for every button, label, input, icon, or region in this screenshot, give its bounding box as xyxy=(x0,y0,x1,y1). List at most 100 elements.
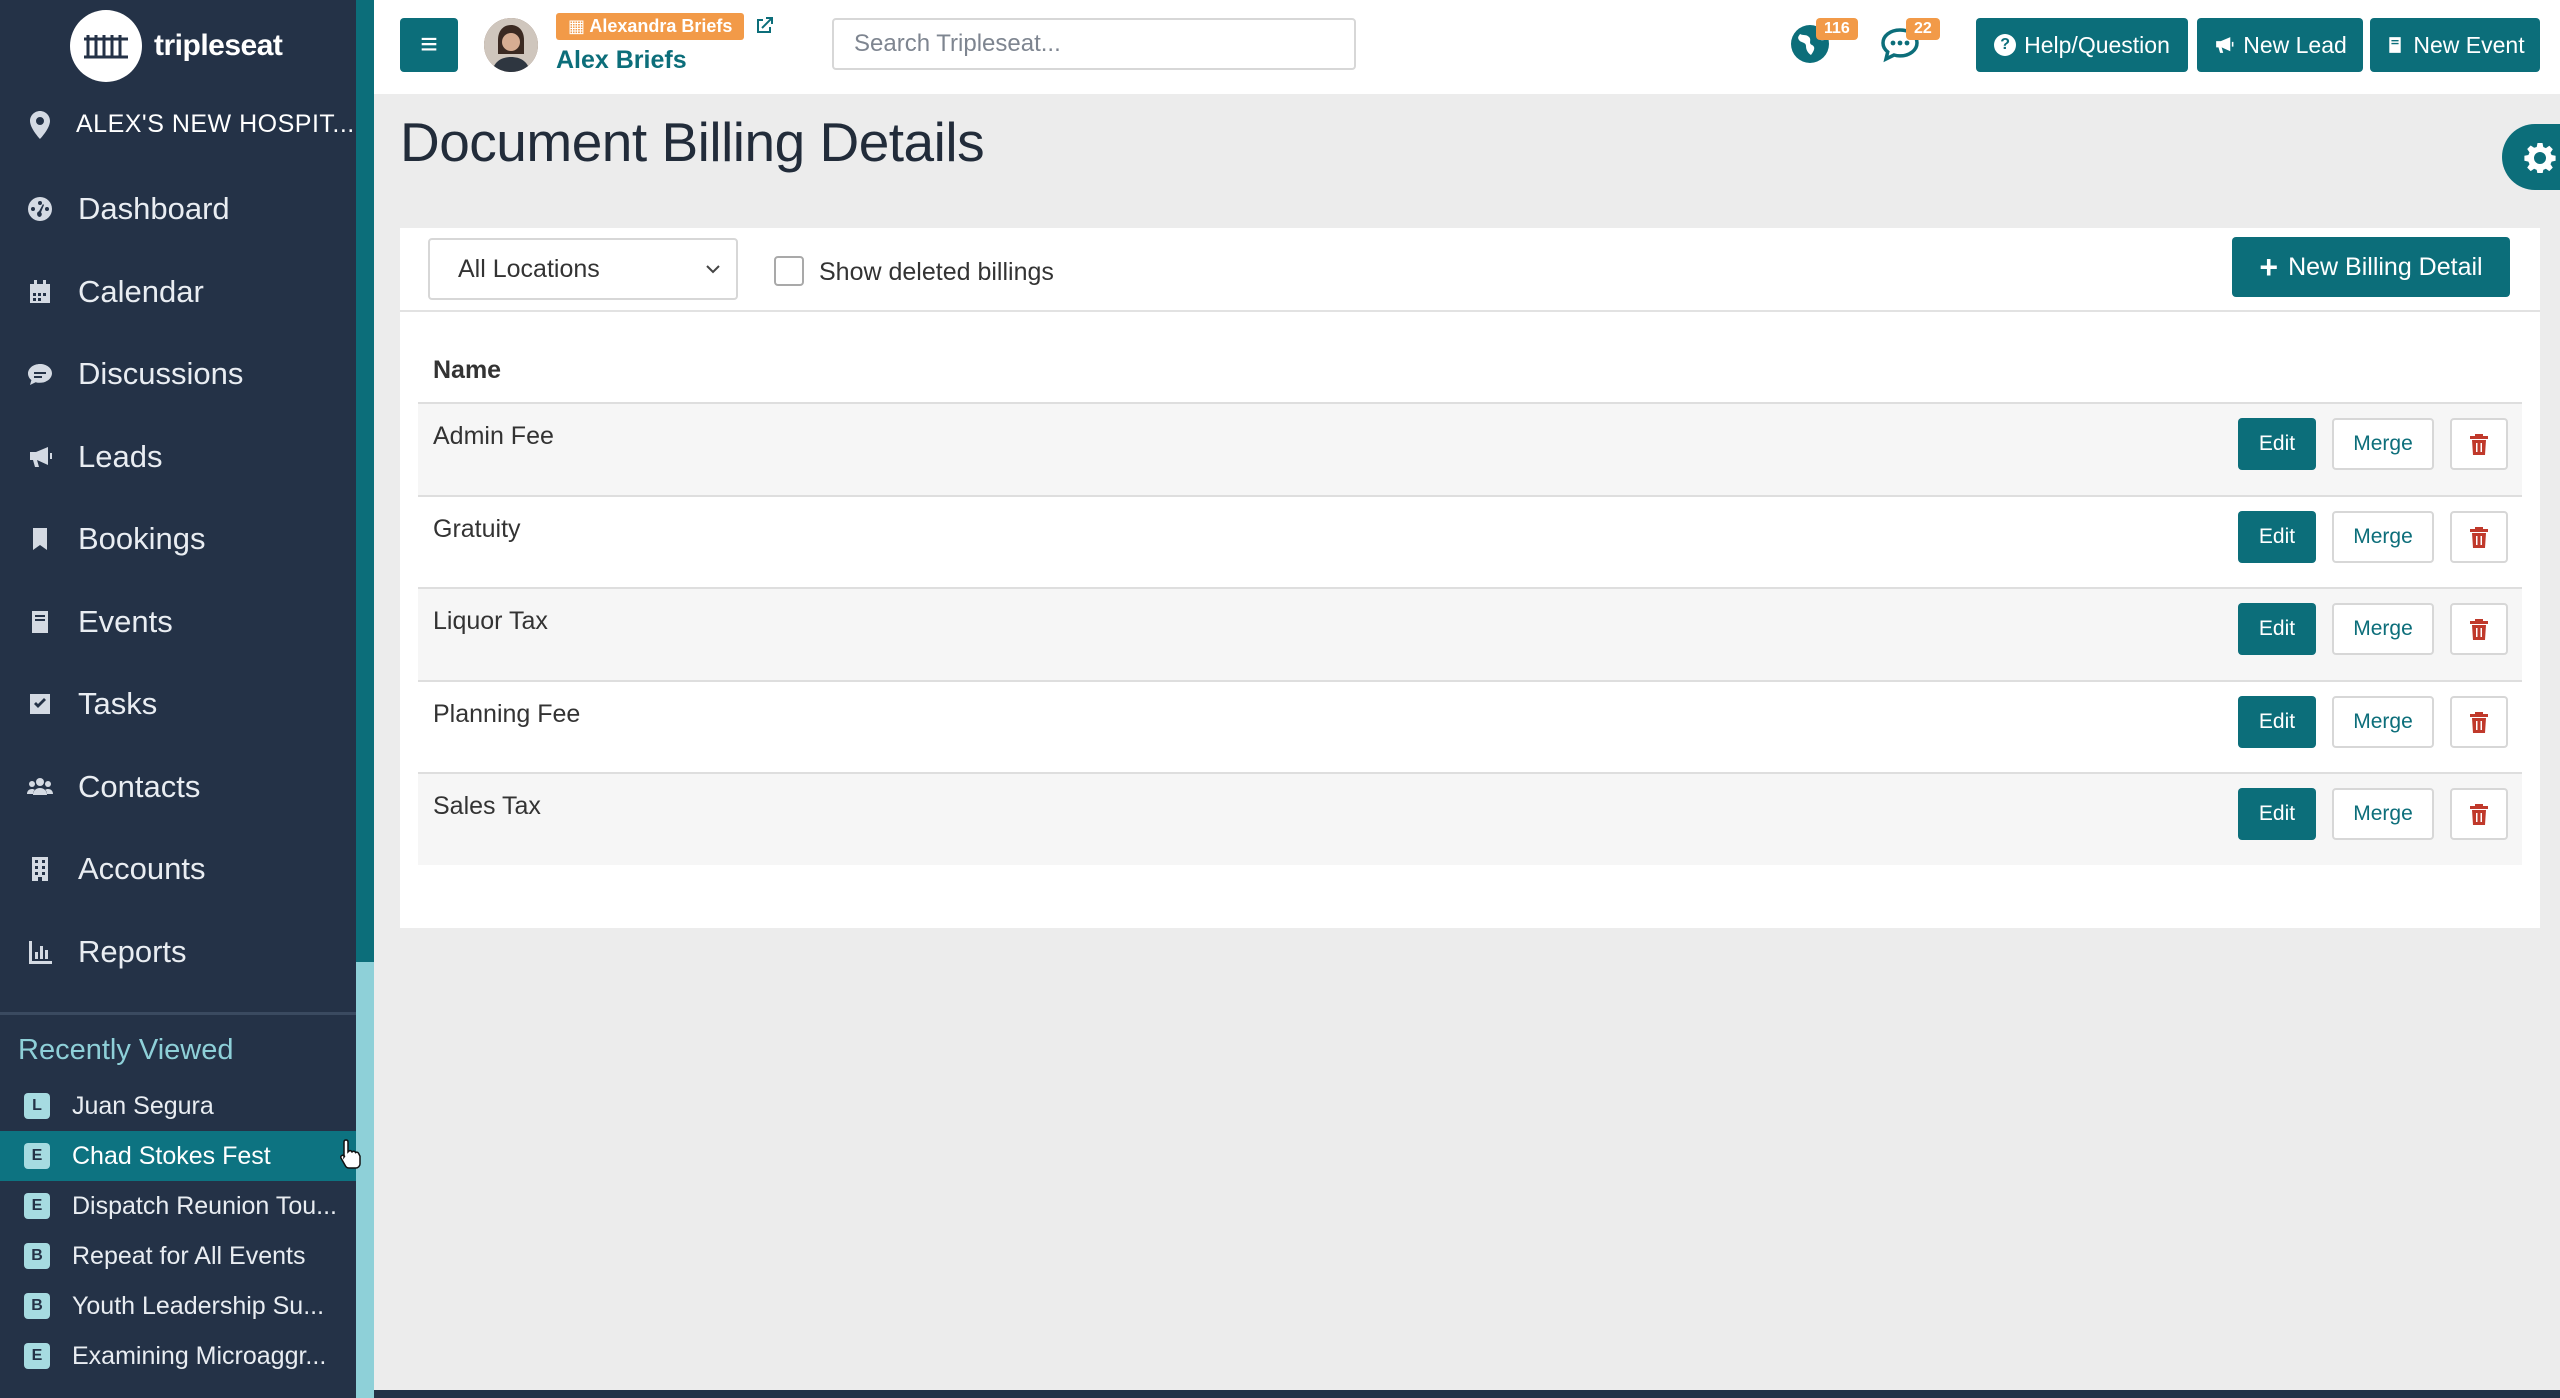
help-question-label: Help/Question xyxy=(2024,31,2170,58)
edit-button[interactable]: Edit xyxy=(2238,510,2316,563)
recent-item-label: Chad Stokes Fest xyxy=(72,1141,271,1170)
delete-button[interactable] xyxy=(2450,418,2508,470)
nav-label: Dashboard xyxy=(78,191,230,227)
delete-button[interactable] xyxy=(2450,788,2508,841)
globe-notifications[interactable]: 116 xyxy=(1788,18,1858,70)
chevron-down-icon xyxy=(706,265,720,274)
delete-button[interactable] xyxy=(2450,510,2508,563)
edit-button[interactable]: Edit xyxy=(2238,788,2316,841)
help-question-button[interactable]: ? Help/Question xyxy=(1976,18,2188,72)
edit-button[interactable]: Edit xyxy=(2238,695,2316,748)
billing-name: Sales Tax xyxy=(433,792,541,821)
recent-item-label: Juan Segura xyxy=(72,1091,214,1120)
show-deleted-label: Show deleted billings xyxy=(819,258,1054,286)
nav-label: Contacts xyxy=(78,768,201,804)
new-event-button[interactable]: New Event xyxy=(2370,18,2540,72)
recent-item[interactable]: B Youth Leadership Su... xyxy=(0,1281,356,1331)
page-title: Document Billing Details xyxy=(400,111,985,173)
nav-label: Calendar xyxy=(78,273,204,309)
sidebar: tripleseat ALEX'S NEW HOSPIT... Dashboar… xyxy=(0,0,356,1398)
nav-label: Events xyxy=(78,603,173,639)
new-billing-detail-button[interactable]: + New Billing Detail xyxy=(2232,237,2510,297)
settings-tab[interactable] xyxy=(2502,124,2560,190)
billing-name: Planning Fee xyxy=(433,699,581,728)
recent-item-label: Youth Leadership Su... xyxy=(72,1291,325,1320)
recent-item[interactable]: L Juan Segura xyxy=(0,1081,356,1131)
table-row: Sales Tax Edit Merge xyxy=(418,772,2522,865)
nav-label: Leads xyxy=(78,438,163,474)
new-lead-button[interactable]: New Lead xyxy=(2197,18,2363,72)
table-row: Gratuity Edit Merge xyxy=(418,494,2522,588)
external-link-icon[interactable] xyxy=(752,14,776,38)
nav-label: Accounts xyxy=(78,851,206,887)
nav-discussions[interactable]: Discussions xyxy=(0,333,356,416)
show-deleted-checkbox[interactable] xyxy=(774,256,804,286)
nav-tasks[interactable]: Tasks xyxy=(0,663,356,746)
trash-icon xyxy=(2470,711,2488,733)
menu-toggle-button[interactable]: ≡ xyxy=(400,18,458,72)
recent-item-label: Examining Microaggr... xyxy=(72,1341,327,1370)
discussions-icon xyxy=(28,364,52,386)
map-pin-icon xyxy=(30,110,50,139)
chat-count-badge: 22 xyxy=(1906,18,1940,40)
billing-details-panel: All Locations Show deleted billings + Ne… xyxy=(400,228,2540,928)
chat-notifications[interactable]: 22 xyxy=(1878,18,1940,70)
user-name[interactable]: Alex Briefs xyxy=(556,46,687,75)
nav-accounts[interactable]: Accounts xyxy=(0,828,356,911)
nav-calendar[interactable]: Calendar xyxy=(0,251,356,334)
nav-reports[interactable]: Reports xyxy=(0,911,356,994)
scrollbar-thumb[interactable] xyxy=(356,962,374,1398)
merge-button[interactable]: Merge xyxy=(2332,603,2434,656)
recently-viewed-list: L Juan Segura E Chad Stokes Fest E Dispa… xyxy=(0,1081,356,1381)
trash-icon xyxy=(2470,804,2488,826)
recent-item[interactable]: B Repeat for All Events xyxy=(0,1231,356,1281)
nav-label: Bookings xyxy=(78,521,206,557)
nav-dashboard[interactable]: Dashboard xyxy=(0,168,356,251)
avatar[interactable] xyxy=(484,18,538,72)
delete-button[interactable] xyxy=(2450,695,2508,748)
nav-leads[interactable]: Leads xyxy=(0,416,356,499)
nav-contacts[interactable]: Contacts xyxy=(0,746,356,829)
billing-table: Admin Fee Edit Merge Gratuity Edit Merge… xyxy=(418,402,2522,865)
merge-button[interactable]: Merge xyxy=(2332,788,2434,841)
nav-events[interactable]: Events xyxy=(0,581,356,664)
recent-type-badge: E xyxy=(24,1343,50,1369)
megaphone-icon xyxy=(30,446,52,467)
merge-button[interactable]: Merge xyxy=(2332,510,2434,563)
merge-button[interactable]: Merge xyxy=(2332,418,2434,470)
user-badge: ▦ Alexandra Briefs xyxy=(556,13,745,40)
nav-bookings[interactable]: Bookings xyxy=(0,498,356,581)
nav-label: Discussions xyxy=(78,356,244,392)
new-event-label: New Event xyxy=(2413,31,2525,58)
book-icon xyxy=(2389,37,2402,53)
hamburger-icon: ≡ xyxy=(420,28,438,61)
building-icon xyxy=(32,857,48,882)
trash-icon xyxy=(2470,434,2488,455)
merge-button[interactable]: Merge xyxy=(2332,695,2434,748)
recent-item[interactable]: E Examining Microaggr... xyxy=(0,1331,356,1381)
logo[interactable]: tripleseat xyxy=(70,10,283,82)
trash-icon xyxy=(2470,526,2488,548)
recent-type-badge: B xyxy=(24,1293,50,1319)
book-icon xyxy=(32,610,48,633)
checkbox-icon xyxy=(30,694,50,715)
nav-label: Tasks xyxy=(78,686,158,722)
edit-button[interactable]: Edit xyxy=(2238,418,2316,470)
edit-button[interactable]: Edit xyxy=(2238,603,2316,656)
location-select-value: All Locations xyxy=(458,254,600,283)
recently-viewed-title: Recently Viewed xyxy=(18,1034,234,1066)
sidebar-divider xyxy=(0,1012,356,1015)
recent-item-label: Dispatch Reunion Tou... xyxy=(72,1191,337,1220)
location-select[interactable]: All Locations xyxy=(428,238,738,300)
globe-count-badge: 116 xyxy=(1816,18,1858,40)
delete-button[interactable] xyxy=(2450,603,2508,656)
recent-item[interactable]: E Chad Stokes Fest xyxy=(0,1131,356,1181)
bottom-bar xyxy=(374,1390,2560,1398)
logo-mark xyxy=(70,10,142,82)
question-circle-icon: ? xyxy=(1994,34,2017,56)
search-input[interactable] xyxy=(832,18,1356,70)
recent-item[interactable]: E Dispatch Reunion Tou... xyxy=(0,1181,356,1231)
recent-type-badge: E xyxy=(24,1143,50,1169)
sidebar-scrollbar[interactable] xyxy=(356,0,374,1398)
location-switcher[interactable]: ALEX'S NEW HOSPIT... xyxy=(30,110,355,139)
